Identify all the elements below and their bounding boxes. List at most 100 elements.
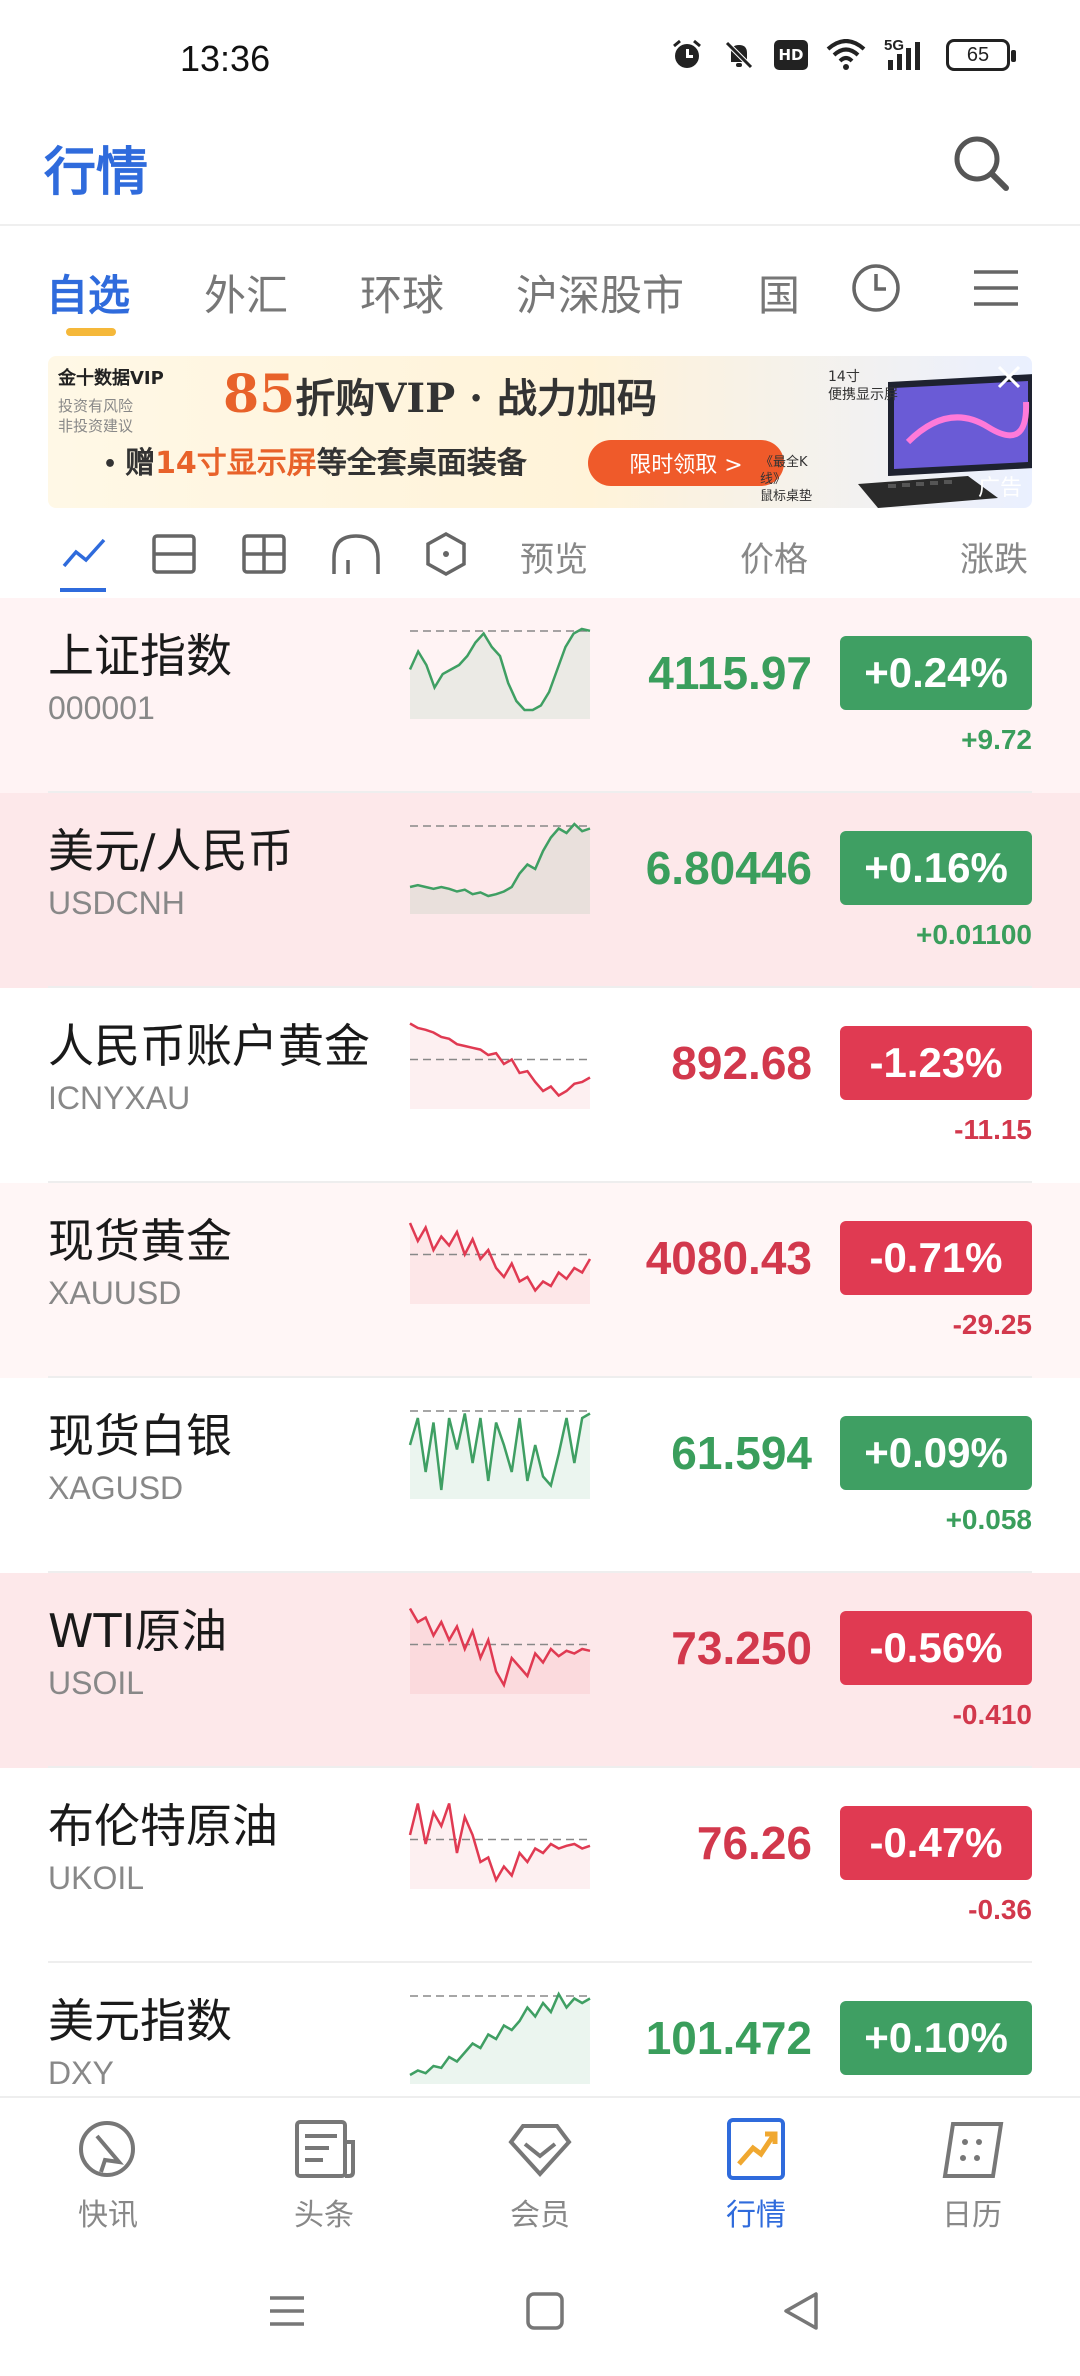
status-bar: 13:36 HD 5G 65 (0, 0, 1080, 110)
change-value: +9.72 (961, 724, 1032, 755)
app-header: 行情 (0, 110, 1080, 226)
sparkline-chart (408, 1222, 592, 1304)
tab-domestic[interactable]: 国 (758, 262, 800, 323)
nav-flash-news[interactable]: 快讯 (38, 2116, 178, 2234)
nav-headlines[interactable]: 头条 (254, 2116, 394, 2234)
change-percent-badge[interactable]: -0.47% (840, 1806, 1032, 1880)
tab-a-shares[interactable]: 沪深股市 (516, 262, 684, 323)
instrument-price: 73.250 (671, 1622, 812, 1674)
change-percent-badge[interactable]: +0.16% (840, 831, 1032, 905)
quote-row[interactable]: 美元/人民币 USDCNH 6.80446 +0.16% +0.01100 (0, 793, 1080, 988)
nav-calendar[interactable]: 日历 (902, 2116, 1042, 2234)
tab-forex[interactable]: 外汇 (204, 262, 288, 323)
view-hexagon-button[interactable] (422, 530, 470, 578)
quote-row[interactable]: 现货白银 XAGUSD 61.594 +0.09% +0.058 (0, 1378, 1080, 1573)
banner-sub-highlight: 14寸显示屏 (155, 446, 317, 481)
instrument-name: 布伦特原油 (48, 1799, 278, 1853)
change-percent-badge[interactable]: -0.56% (840, 1611, 1032, 1685)
change-percent-badge[interactable]: -1.23% (840, 1026, 1032, 1100)
view-chart-button[interactable] (60, 530, 108, 578)
change-value: +0.058 (945, 1504, 1032, 1535)
flash-news-icon (79, 2121, 135, 2177)
change-percent-badge[interactable]: +0.10% (840, 2001, 1032, 2075)
banner-cta-button[interactable]: 限时领取 > (588, 440, 784, 486)
grid-icon (242, 534, 286, 574)
instrument-code: XAUUSD (48, 1275, 182, 1311)
instrument-price: 61.594 (671, 1427, 812, 1479)
change-value: -0.410 (952, 1699, 1032, 1730)
instrument-code: DXY (48, 2055, 114, 2091)
instrument-name: 人民币账户黄金 (48, 1019, 370, 1073)
change-percent-badge[interactable]: -0.71% (840, 1221, 1032, 1295)
instrument-code: USDCNH (48, 885, 185, 921)
view-mode-indicator (60, 588, 106, 592)
banner-mousepad-label: 《最全K线》 鼠标桌垫 (760, 455, 813, 504)
view-arch-button[interactable] (330, 530, 380, 578)
sparkline-area (410, 824, 590, 914)
instrument-price: 6.80446 (645, 842, 812, 894)
newspaper-icon (295, 2120, 355, 2178)
sparkline-chart (408, 627, 591, 719)
nav-label: 日历 (942, 2198, 1002, 2233)
change-percent-badge[interactable]: +0.09% (840, 1416, 1032, 1490)
home-square-icon (526, 2292, 564, 2330)
signal-icon: 5G (884, 38, 928, 72)
instrument-name: 现货黄金 (48, 1214, 232, 1268)
column-price: 价格 (740, 540, 808, 580)
instrument-name: 美元/人民币 (48, 824, 294, 878)
sparkline-area (410, 1608, 590, 1694)
menu-icon (974, 270, 1018, 306)
system-menu-button[interactable] (262, 2286, 312, 2336)
instrument-price: 4115.97 (648, 647, 812, 699)
instrument-price: 76.26 (696, 1817, 812, 1869)
nav-membership[interactable]: 会员 (470, 2116, 610, 2234)
banner-disclaimer: 投资有风险 非投资建议 (58, 397, 134, 435)
nav-markets[interactable]: 行情 (686, 2116, 826, 2234)
ad-label: 广告 (977, 476, 1022, 501)
search-button[interactable] (948, 130, 1014, 196)
change-value: +0.01100 (915, 919, 1032, 950)
quote-row[interactable]: WTI原油 USOIL 73.250 -0.56% -0.410 (0, 1573, 1080, 1768)
banner-discount: 85 (223, 364, 296, 425)
sparkline-chart (408, 1803, 591, 1889)
menu-button[interactable] (970, 262, 1022, 314)
split-view-icon (152, 534, 196, 574)
page-title: 行情 (44, 143, 149, 203)
change-value: -11.15 (954, 1114, 1032, 1145)
view-grid-button[interactable] (240, 530, 288, 578)
system-nav-bar (0, 2246, 1080, 2376)
market-chart-icon (727, 2118, 785, 2180)
banner-close-button[interactable] (994, 362, 1024, 392)
promo-banner[interactable]: 金十数据VIP 投资有风险 非投资建议 85折购VIP · 战力加码 • 赠14寸… (48, 356, 1032, 508)
banner-brand: 金十数据VIP (58, 368, 164, 389)
view-list-button[interactable] (150, 530, 198, 578)
instrument-name: WTI原油 (48, 1604, 228, 1658)
active-tab-indicator (66, 328, 116, 336)
hd-icon: HD (774, 40, 808, 70)
instrument-code: USOIL (48, 1665, 145, 1701)
tab-global[interactable]: 环球 (360, 262, 444, 323)
network-type: 5G (884, 37, 905, 54)
quote-row[interactable]: 美元指数 DXY 101.472 +0.10% +0.05 (0, 1963, 1080, 2096)
sparkline-area (410, 1023, 590, 1109)
change-percent-badge[interactable]: +0.24% (840, 636, 1032, 710)
quote-row[interactable]: 人民币账户黄金 ICNYXAU 892.68 -1.23% -11.15 (0, 988, 1080, 1183)
instrument-code: 000001 (48, 690, 155, 726)
instrument-price: 101.472 (645, 2012, 812, 2064)
tab-watchlist[interactable]: 自选 (46, 262, 130, 323)
list-header: 预览 价格 涨跌 (0, 512, 1080, 596)
column-change: 涨跌 (960, 540, 1028, 580)
alarm-icon (670, 38, 704, 72)
quote-row[interactable]: 上证指数 000001 4115.97 +0.24% +9.72 (0, 598, 1080, 793)
bottom-nav: 快讯 头条 会员 行情 日历 (0, 2096, 1080, 2246)
banner-sub-prefix: 赠 (125, 446, 156, 481)
nav-label: 头条 (294, 2198, 354, 2233)
instrument-price: 4080.43 (645, 1232, 812, 1284)
quote-row[interactable]: 现货黄金 XAUUSD 4080.43 -0.71% -29.25 (0, 1183, 1080, 1378)
menu-lines-icon (270, 2296, 304, 2326)
instrument-name: 上证指数 (48, 629, 232, 683)
system-home-button[interactable] (520, 2286, 570, 2336)
system-back-button[interactable] (776, 2286, 826, 2336)
quote-row[interactable]: 布伦特原油 UKOIL 76.26 -0.47% -0.36 (0, 1768, 1080, 1963)
history-button[interactable] (850, 262, 902, 314)
